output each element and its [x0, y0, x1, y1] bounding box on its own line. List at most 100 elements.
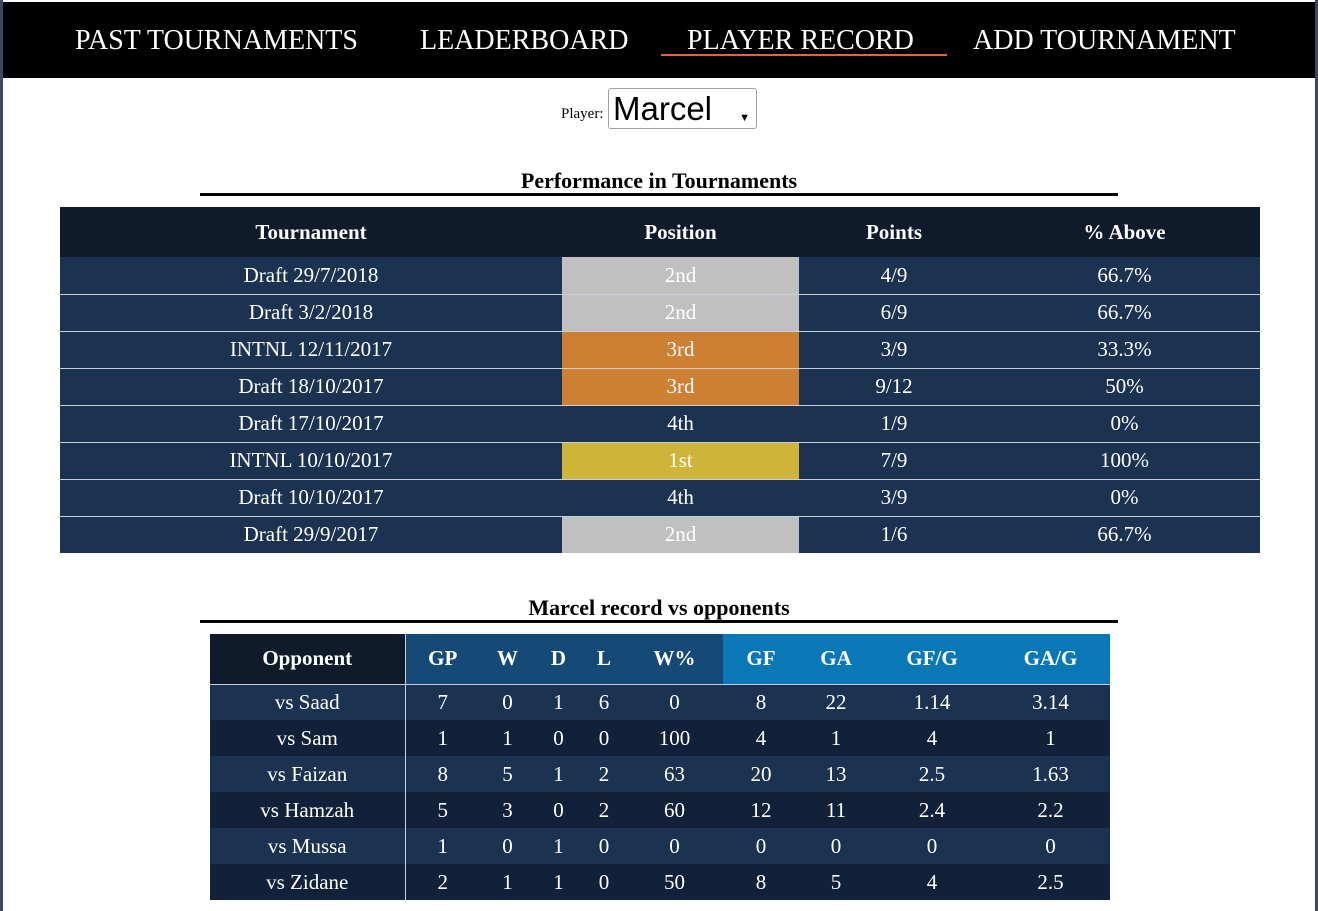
nav-past-tournaments[interactable]: PAST TOURNAMENTS [75, 24, 358, 58]
table-row: Draft 3/2/2018 2nd 6/9 66.7% [60, 294, 1260, 332]
opponents-header-row: Opponent GP W D L W% GF GA GF/G GA/G [210, 634, 1110, 685]
player-select[interactable]: Marcel ▼ [608, 88, 757, 129]
cell-d: 1 [535, 756, 582, 792]
top-navbar: PAST TOURNAMENTS LEADERBOARD PLAYER RECO… [3, 2, 1315, 78]
cell-ga-per-game: 1 [991, 720, 1110, 756]
cell-gf: 8 [723, 684, 799, 720]
col-header-win-pct[interactable]: W% [626, 634, 723, 685]
cell-ga-per-game: 2.2 [991, 792, 1110, 828]
cell-above: 0% [989, 479, 1260, 517]
cell-points: 9/12 [799, 368, 989, 406]
col-header-d[interactable]: D [535, 634, 582, 685]
cell-opponent: vs Faizan [210, 756, 406, 792]
col-header-gf[interactable]: GF [723, 634, 799, 685]
cell-d: 0 [535, 720, 582, 756]
cell-l: 2 [582, 756, 626, 792]
cell-position: 2nd [562, 516, 799, 553]
nav-leaderboard[interactable]: LEADERBOARD [420, 24, 628, 58]
cell-d: 1 [535, 864, 582, 900]
table-row: vs Zidane 2 1 1 0 50 8 5 4 2.5 [210, 864, 1110, 900]
col-header-above[interactable]: % Above [989, 207, 1260, 257]
col-header-gp[interactable]: GP [405, 634, 480, 685]
col-header-w[interactable]: W [480, 634, 535, 685]
cell-gf: 4 [723, 720, 799, 756]
cell-tournament: Draft 29/9/2017 [60, 516, 562, 553]
cell-ga: 0 [799, 828, 873, 864]
table-row: vs Mussa 1 0 1 0 0 0 0 0 0 [210, 828, 1110, 864]
cell-tournament: INTNL 10/10/2017 [60, 442, 562, 480]
table-row: vs Sam 1 1 0 0 100 4 1 4 1 [210, 720, 1110, 756]
cell-ga: 11 [799, 792, 873, 828]
table-row: vs Faizan 8 5 1 2 63 20 13 2.5 1.63 [210, 756, 1110, 792]
table-row: INTNL 12/11/2017 3rd 3/9 33.3% [60, 331, 1260, 369]
cell-d: 1 [535, 828, 582, 864]
player-select-value: Marcel [613, 90, 713, 127]
cell-points: 4/9 [799, 257, 989, 295]
cell-points: 7/9 [799, 442, 989, 480]
cell-tournament: Draft 18/10/2017 [60, 368, 562, 406]
col-header-gf-per-game[interactable]: GF/G [873, 634, 991, 685]
cell-w: 3 [480, 792, 535, 828]
cell-position: 4th [562, 405, 799, 443]
cell-points: 3/9 [799, 331, 989, 369]
cell-position: 3rd [562, 368, 799, 406]
cell-ga-per-game: 1.63 [991, 756, 1110, 792]
table-row: Draft 17/10/2017 4th 1/9 0% [60, 405, 1260, 443]
cell-tournament: Draft 29/7/2018 [60, 257, 562, 295]
cell-opponent: vs Mussa [210, 828, 406, 864]
player-selector-row: Player: Marcel ▼ [3, 88, 1315, 130]
cell-above: 0% [989, 405, 1260, 443]
cell-points: 6/9 [799, 294, 989, 332]
triangle-down-icon: ▼ [739, 112, 750, 124]
cell-win-pct: 0 [626, 828, 723, 864]
cell-above: 50% [989, 368, 1260, 406]
col-header-opponent[interactable]: Opponent [210, 634, 406, 685]
cell-position: 4th [562, 479, 799, 517]
cell-w: 1 [480, 720, 535, 756]
cell-gp: 7 [405, 684, 480, 720]
cell-gf-per-game: 4 [873, 720, 991, 756]
nav-player-record[interactable]: PLAYER RECORD [687, 24, 914, 58]
col-header-tournament[interactable]: Tournament [60, 207, 562, 257]
cell-win-pct: 0 [626, 684, 723, 720]
cell-points: 1/9 [799, 405, 989, 443]
cell-win-pct: 60 [626, 792, 723, 828]
cell-gf-per-game: 2.4 [873, 792, 991, 828]
cell-position: 1st [562, 442, 799, 480]
cell-w: 1 [480, 864, 535, 900]
cell-opponent: vs Sam [210, 720, 406, 756]
cell-gf: 0 [723, 828, 799, 864]
cell-ga: 5 [799, 864, 873, 900]
nav-add-tournament[interactable]: ADD TOURNAMENT [973, 24, 1236, 58]
table-row: vs Hamzah 5 3 0 2 60 12 11 2.4 2.2 [210, 792, 1110, 828]
cell-opponent: vs Zidane [210, 864, 406, 900]
cell-ga-per-game: 2.5 [991, 864, 1110, 900]
cell-w: 0 [480, 828, 535, 864]
cell-gf-per-game: 4 [873, 864, 991, 900]
cell-opponent: vs Saad [210, 684, 406, 720]
col-header-ga-per-game[interactable]: GA/G [991, 634, 1110, 685]
cell-opponent: vs Hamzah [210, 792, 406, 828]
col-header-position[interactable]: Position [562, 207, 799, 257]
cell-gp: 5 [405, 792, 480, 828]
cell-win-pct: 100 [626, 720, 723, 756]
cell-ga-per-game: 0 [991, 828, 1110, 864]
cell-d: 1 [535, 684, 582, 720]
active-nav-underline [661, 54, 947, 56]
cell-points: 3/9 [799, 479, 989, 517]
col-header-ga[interactable]: GA [799, 634, 873, 685]
cell-gp: 8 [405, 756, 480, 792]
col-header-l[interactable]: L [582, 634, 626, 685]
table-row: Draft 18/10/2017 3rd 9/12 50% [60, 368, 1260, 406]
page-frame: PAST TOURNAMENTS LEADERBOARD PLAYER RECO… [3, 0, 1315, 911]
cell-gf: 20 [723, 756, 799, 792]
cell-l: 0 [582, 720, 626, 756]
cell-tournament: Draft 3/2/2018 [60, 294, 562, 332]
cell-ga: 13 [799, 756, 873, 792]
cell-above: 100% [989, 442, 1260, 480]
col-header-points[interactable]: Points [799, 207, 989, 257]
cell-d: 0 [535, 792, 582, 828]
opponents-title-rule [200, 620, 1118, 623]
cell-win-pct: 50 [626, 864, 723, 900]
cell-gf: 8 [723, 864, 799, 900]
